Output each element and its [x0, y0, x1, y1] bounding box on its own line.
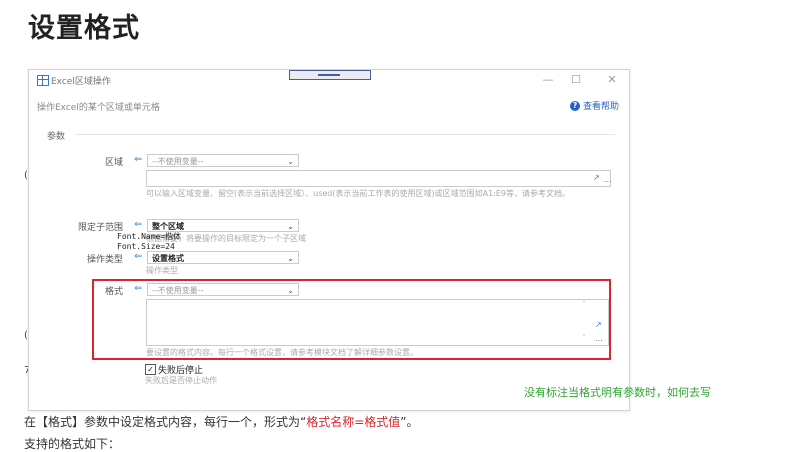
stop-on-fail-checkbox[interactable]: ✓	[145, 364, 156, 375]
annotation-note: 没有标注当格式明有参数时，如何去写	[524, 386, 711, 399]
dialog-subtitle: 操作Excel的某个区域或单元格	[37, 103, 160, 113]
arrow-left-icon: ⇐	[134, 219, 143, 230]
dialog-title: Excel区域操作	[51, 77, 111, 87]
chevron-down-icon: ⌄	[287, 254, 294, 263]
op-type-label: 操作类型	[86, 255, 123, 265]
help-icon: ?	[569, 100, 580, 111]
range-variable-select[interactable]: --不使用变量-- ⌄	[147, 154, 299, 167]
chevron-down-icon: ⌄	[287, 222, 294, 231]
close-icon[interactable]: ✕	[605, 73, 619, 86]
range-input[interactable]	[146, 170, 611, 187]
params-group-label: 参数	[47, 132, 66, 142]
chevron-down-icon: ⌄	[287, 157, 294, 166]
code-line: Font.Name=楷体	[117, 232, 182, 241]
paragraph-suffix: ”。	[400, 415, 419, 429]
page-heading: 设置格式	[28, 13, 140, 44]
subrange-select[interactable]: 整个区域 ⌄	[147, 219, 299, 232]
help-label: 查看帮助	[582, 102, 619, 112]
op-type-hint: 操作类型	[146, 266, 178, 275]
drag-handle[interactable]	[289, 70, 371, 80]
arrow-left-icon: ⇐	[134, 251, 143, 262]
code-line: Font.Size=24	[117, 242, 175, 251]
format-code: Font.Name=楷体 Font.Size=24	[117, 232, 181, 252]
minimize-icon[interactable]: —	[541, 73, 555, 86]
format-paragraph: 在【格式】参数中设定格式内容，每行一个，形式为“格式名称=格式值”。	[24, 413, 419, 430]
range-label: 区域	[104, 158, 123, 168]
table-icon	[37, 75, 49, 86]
group-divider	[75, 134, 615, 135]
paragraph-highlight: 格式名称=格式值	[306, 415, 401, 429]
supported-formats-intro: 支持的格式如下：	[24, 437, 121, 451]
subrange-label: 限定子范围	[77, 223, 123, 233]
help-link[interactable]: ? 查看帮助	[569, 99, 619, 112]
stop-on-fail-hint: 失败后是否停止动作	[145, 376, 217, 385]
more-button[interactable]: ...	[604, 175, 612, 184]
stop-on-fail-label: 失败后停止	[158, 366, 204, 376]
arrow-left-icon: ⇐	[134, 154, 143, 165]
expand-icon[interactable]: ↗	[593, 173, 600, 182]
paragraph-prefix: 在【格式】参数中设定格式内容，每行一个，形式为“	[24, 415, 307, 429]
range-hint: 可以输入区域变量、留空(表示当前选择区域）、used(表示当前工作表的使用区域)…	[146, 189, 570, 198]
op-type-select[interactable]: 设置格式 ⌄	[147, 251, 299, 264]
maximize-icon[interactable]: ☐	[569, 73, 583, 86]
format-highlight-box	[92, 279, 611, 360]
